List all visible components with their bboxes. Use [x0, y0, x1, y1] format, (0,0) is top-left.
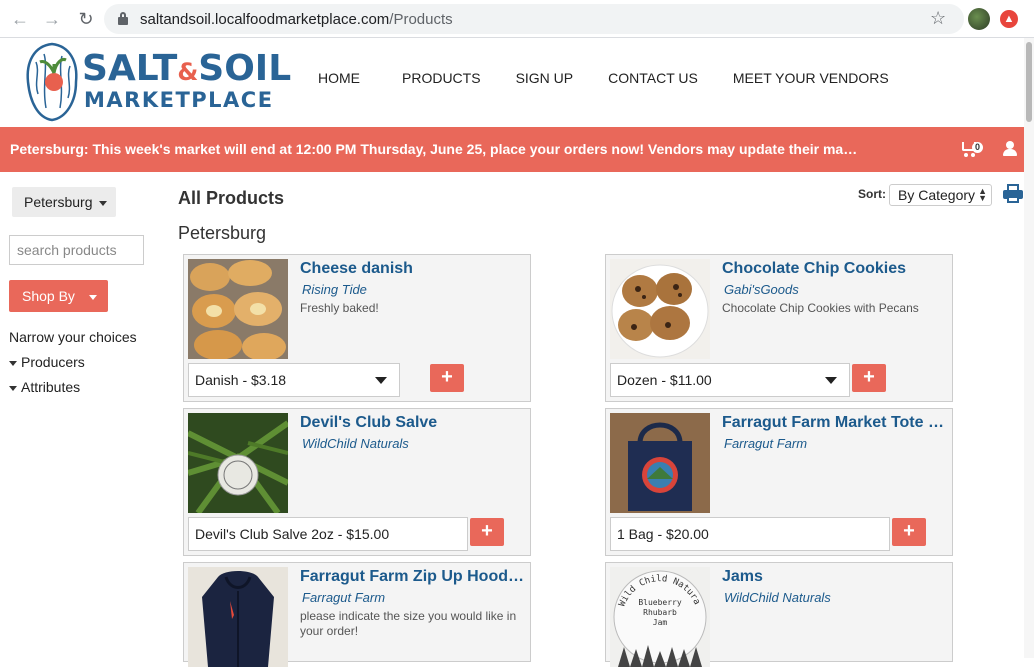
product-vendor[interactable]: Farragut Farm	[724, 436, 807, 451]
shop-by-label: Shop By	[22, 288, 75, 304]
jam-label-line1: Blueberry	[638, 598, 682, 607]
product-vendor[interactable]: WildChild Naturals	[302, 436, 409, 451]
variant-select[interactable]: Danish - $3.18	[188, 363, 400, 397]
variant-label: 1 Bag - $20.00	[617, 526, 709, 542]
caret-down-icon	[9, 385, 17, 391]
address-bar[interactable]: saltandsoil.localfoodmarketplace.com/Pro…	[104, 4, 964, 34]
variant-label: Dozen - $11.00	[617, 372, 712, 388]
nav-products[interactable]: PRODUCTS	[402, 70, 481, 86]
product-vendor[interactable]: Rising Tide	[302, 282, 367, 297]
filter-attributes[interactable]: Attributes	[9, 379, 80, 395]
jam-label-line2: Rhubarb	[643, 608, 677, 617]
sort-select[interactable]: By Category ▲ ▼	[889, 184, 992, 206]
variant-label: Devil's Club Salve 2oz - $15.00	[195, 526, 390, 542]
product-description: please indicate the size you would like …	[300, 609, 517, 638]
product-card: Devil's Club Salve WildChild Naturals De…	[183, 408, 531, 556]
sort-value: By Category	[898, 187, 976, 203]
banner-message: Petersburg: This week's market will end …	[10, 141, 860, 157]
lock-icon	[118, 12, 128, 25]
shop-by-button[interactable]: Shop By	[9, 280, 108, 312]
nav-home[interactable]: HOME	[318, 70, 360, 86]
sort-label: Sort:	[858, 187, 886, 201]
add-to-cart-button[interactable]: +	[892, 518, 926, 546]
product-title[interactable]: Farragut Farm Zip Up Hood…	[300, 568, 528, 586]
region-heading: Petersburg	[178, 223, 267, 243]
extension-icon[interactable]: ▲	[1000, 10, 1018, 28]
main-nav: HOME PRODUCTS SIGN UP CONTACT US MEET YO…	[318, 70, 889, 86]
filter-producers[interactable]: Producers	[9, 354, 85, 370]
variant-select[interactable]: 1 Bag - $20.00	[610, 517, 890, 551]
product-image[interactable]	[610, 413, 710, 513]
filter-label: Attributes	[21, 379, 81, 395]
variant-label: Danish - $3.18	[195, 372, 287, 388]
logo-subtitle: MARKETPLACE	[84, 88, 274, 112]
nav-sign-up[interactable]: SIGN UP	[516, 70, 574, 86]
forward-icon[interactable]: →	[42, 9, 62, 29]
select-arrows-icon: ▲ ▼	[978, 186, 987, 203]
add-to-cart-button[interactable]: +	[852, 364, 886, 392]
chevron-down-icon	[88, 294, 97, 300]
dropdown-arrow-icon	[375, 377, 387, 384]
filter-label: Producers	[21, 354, 85, 370]
product-card: Cheese danish Rising Tide Freshly baked!…	[183, 254, 531, 402]
print-icon[interactable]	[1003, 184, 1023, 204]
cart-count-badge: 0	[972, 142, 984, 153]
page-scrollbar[interactable]	[1024, 38, 1034, 658]
product-title[interactable]: Farragut Farm Market Tote …	[722, 414, 950, 432]
product-description: Chocolate Chip Cookies with Pecans	[722, 301, 919, 315]
add-to-cart-button[interactable]: +	[430, 364, 464, 392]
search-input[interactable]	[9, 235, 144, 265]
product-card: Farragut Farm Market Tote … Farragut Far…	[605, 408, 953, 556]
product-title[interactable]: Cheese danish	[300, 260, 528, 278]
product-vendor[interactable]: Gabi'sGoods	[724, 282, 799, 297]
product-card: Farragut Farm Zip Up Hood… Farragut Farm…	[183, 562, 531, 667]
browser-toolbar: ← → ↻ saltandsoil.localfoodmarketplace.c…	[0, 0, 1034, 38]
bookmark-star-icon[interactable]: ☆	[930, 8, 946, 29]
product-vendor[interactable]: WildChild Naturals	[724, 590, 831, 605]
chevron-down-icon	[99, 200, 108, 206]
product-image[interactable]	[610, 259, 710, 359]
variant-select[interactable]: Devil's Club Salve 2oz - $15.00	[188, 517, 468, 551]
logo-title: SALT&SOIL	[82, 48, 292, 89]
product-image[interactable]	[188, 413, 288, 513]
product-card: Wild Child Naturals Blueberry Rhubarb Ja…	[605, 562, 953, 667]
add-to-cart-button[interactable]: +	[470, 518, 504, 546]
user-icon[interactable]	[1003, 141, 1017, 157]
nav-meet-your-vendors[interactable]: MEET YOUR VENDORS	[733, 70, 889, 86]
nav-contact-us[interactable]: CONTACT US	[608, 70, 698, 86]
site-logo[interactable]: SALT&SOIL MARKETPLACE	[24, 42, 291, 124]
product-image[interactable]	[188, 567, 288, 667]
product-title[interactable]: Jams	[722, 568, 950, 586]
product-description: Freshly baked!	[300, 301, 379, 315]
location-dropdown[interactable]: Petersburg	[12, 187, 116, 217]
caret-down-icon	[9, 360, 17, 366]
jam-label-line3: Jam	[653, 618, 668, 627]
location-label: Petersburg	[24, 194, 93, 210]
variant-select[interactable]: Dozen - $11.00	[610, 363, 850, 397]
oyster-logo-icon	[26, 42, 78, 122]
url-text: saltandsoil.localfoodmarketplace.com/Pro…	[140, 11, 453, 28]
reload-icon[interactable]: ↻	[76, 9, 96, 29]
cart-icon[interactable]: 0	[962, 140, 988, 158]
profile-avatar[interactable]	[968, 8, 990, 30]
dropdown-arrow-icon	[825, 377, 837, 384]
product-card: Chocolate Chip Cookies Gabi'sGoods Choco…	[605, 254, 953, 402]
page-title: All Products	[178, 188, 285, 208]
back-icon[interactable]: ←	[10, 9, 30, 29]
product-image[interactable]	[188, 259, 288, 359]
product-title[interactable]: Devil's Club Salve	[300, 414, 528, 432]
product-image[interactable]: Wild Child Naturals Blueberry Rhubarb Ja…	[610, 567, 710, 667]
scrollbar-thumb[interactable]	[1026, 42, 1032, 122]
narrow-choices-heading: Narrow your choices	[9, 329, 137, 345]
market-banner: Petersburg: This week's market will end …	[0, 127, 1024, 172]
product-title[interactable]: Chocolate Chip Cookies	[722, 260, 950, 278]
product-vendor[interactable]: Farragut Farm	[302, 590, 385, 605]
